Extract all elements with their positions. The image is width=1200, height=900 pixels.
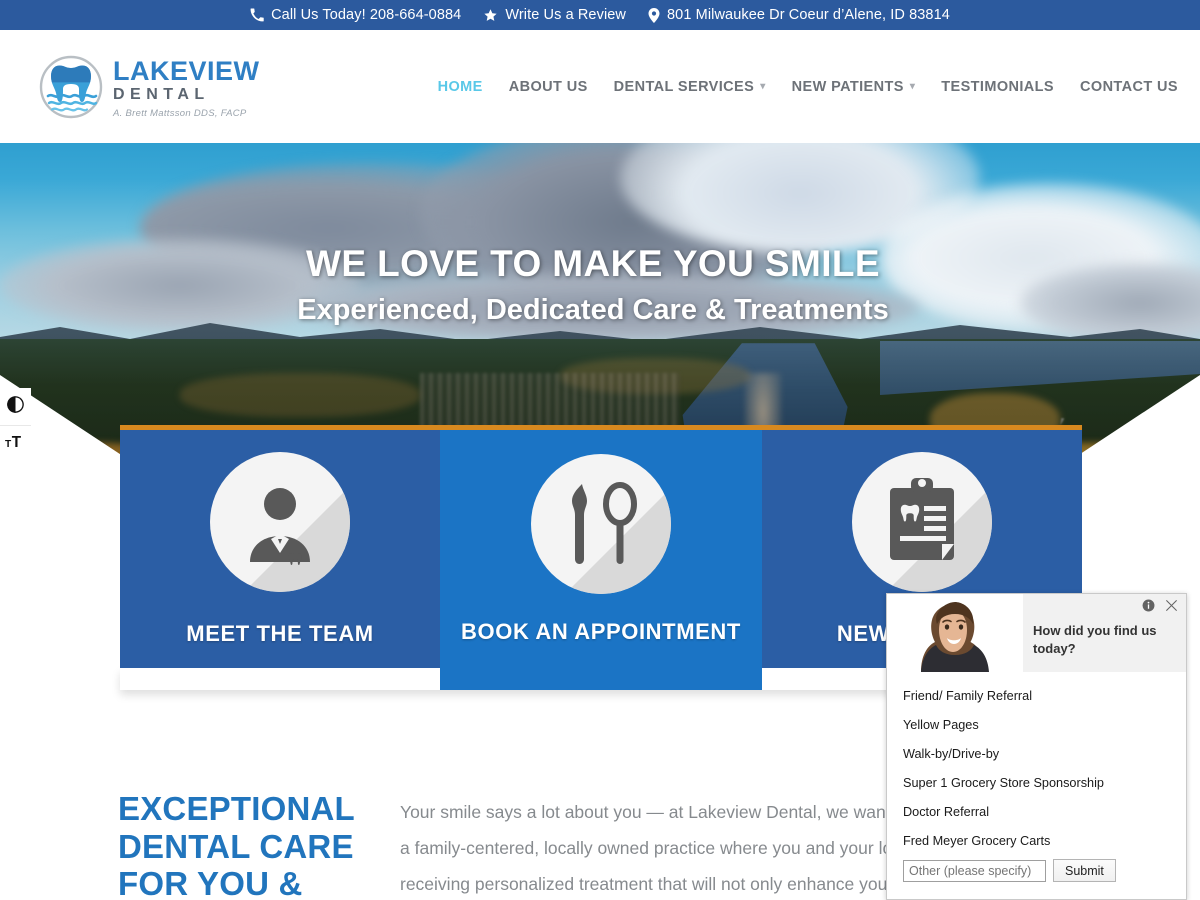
survey-option[interactable]: Walk-by/Drive-by xyxy=(903,739,1186,768)
nav-item-contact-us[interactable]: CONTACT US xyxy=(1080,79,1178,95)
page-title: EXCEPTIONAL DENTAL CARE FOR YOU & YOUR F… xyxy=(118,790,355,900)
nav-label: DENTAL SERVICES xyxy=(613,78,755,95)
survey-option[interactable]: Friend/ Family Referral xyxy=(903,681,1186,710)
svg-text:T: T xyxy=(11,434,21,451)
nav-item-home[interactable]: HOME xyxy=(438,79,483,95)
review-text: Write Us a Review xyxy=(505,7,627,23)
hero-subheadline: Experienced, Dedicated Care & Treatments xyxy=(297,294,889,326)
top-utility-bar: Call Us Today! 208-664-0884 Write Us a R… xyxy=(0,0,1200,30)
nav-item-dental-services[interactable]: DENTAL SERVICES ▾ xyxy=(614,79,766,95)
phone-text: Call Us Today! 208-664-0884 xyxy=(271,7,462,23)
survey-option[interactable]: Yellow Pages xyxy=(903,710,1186,739)
nav-item-testimonials[interactable]: TESTIMONIALS xyxy=(941,79,1054,95)
logo-subname: DENTAL xyxy=(113,85,210,103)
survey-option[interactable]: Doctor Referral xyxy=(903,797,1186,826)
address-text: 801 Milwaukee Dr Coeur d’Alene, ID 83814 xyxy=(667,7,950,23)
hero-copy: WE LOVE TO MAKE YOU SMILE Experienced, D… xyxy=(0,243,1200,327)
card-accent-rule xyxy=(120,425,440,430)
dental-tools-icon xyxy=(531,454,671,594)
site-header: LAKEVIEW DENTAL A. Brett Mattsson DDS, F… xyxy=(0,30,1200,143)
phone-link[interactable]: Call Us Today! 208-664-0884 xyxy=(250,7,461,23)
text-size-toggle-button[interactable]: T T xyxy=(0,425,31,462)
nav-item-new-patients[interactable]: NEW PATIENTS ▾ xyxy=(792,79,916,95)
survey-header: How did you find us today? xyxy=(887,594,1186,672)
logo-tagline: A. Brett Mattsson DDS, FACP xyxy=(113,107,247,119)
survey-footer: Submit xyxy=(887,855,1186,882)
card-meet-the-team[interactable]: MEET THE TEAM xyxy=(120,425,440,668)
card-label: MEET THE TEAM xyxy=(186,621,374,646)
nav-item-about-us[interactable]: ABOUT US xyxy=(509,79,588,95)
hero-headline: WE LOVE TO MAKE YOU SMILE xyxy=(306,243,880,284)
contrast-toggle-button[interactable] xyxy=(0,388,31,425)
logo-name: LAKEVIEW xyxy=(113,55,260,86)
survey-header-tools xyxy=(1142,599,1178,617)
chevron-down-icon: ▾ xyxy=(909,81,916,92)
nav-label: ABOUT US xyxy=(508,78,588,95)
logo[interactable]: LAKEVIEW DENTAL A. Brett Mattsson DDS, F… xyxy=(38,54,260,120)
survey-submit-button[interactable]: Submit xyxy=(1053,859,1116,882)
nav-label: HOME xyxy=(437,78,483,95)
address-link[interactable]: 801 Milwaukee Dr Coeur d’Alene, ID 83814 xyxy=(648,7,950,23)
chevron-down-icon: ▾ xyxy=(760,81,766,92)
text-size-icon: T T xyxy=(5,433,27,456)
intro-title-column: EXCEPTIONAL DENTAL CARE FOR YOU & YOUR F… xyxy=(0,760,400,900)
survey-avatar xyxy=(887,594,1023,672)
review-link[interactable]: Write Us a Review xyxy=(483,7,626,23)
survey-options: Friend/ Family Referral Yellow Pages Wal… xyxy=(887,672,1186,855)
nav-label: NEW PATIENTS xyxy=(791,78,904,95)
survey-popup: How did you find us today? Friend/ Famil… xyxy=(886,593,1187,900)
info-icon[interactable] xyxy=(1142,599,1155,617)
card-book-an-appointment[interactable]: BOOK AN APPOINTMENT xyxy=(440,425,762,690)
accessibility-toolbar: T T xyxy=(0,388,31,462)
close-icon[interactable] xyxy=(1165,599,1178,617)
card-accent-rule xyxy=(762,425,1082,430)
person-tooth-icon xyxy=(210,452,350,592)
map-pin-icon xyxy=(648,7,660,23)
nav-label: TESTIMONIALS xyxy=(941,78,1055,95)
main-navigation: HOME ABOUT US DENTAL SERVICES ▾ NEW PATI… xyxy=(438,79,1178,95)
clipboard-tooth-icon xyxy=(852,452,992,592)
star-icon xyxy=(483,8,498,23)
survey-option[interactable]: Fred Meyer Grocery Carts xyxy=(903,826,1186,855)
survey-option[interactable]: Super 1 Grocery Store Sponsorship xyxy=(903,768,1186,797)
logo-tooth-wave-icon xyxy=(38,54,104,120)
survey-other-input[interactable] xyxy=(903,859,1046,882)
contrast-icon xyxy=(6,395,25,419)
card-accent-rule xyxy=(440,425,762,430)
card-label: BOOK AN APPOINTMENT xyxy=(461,619,741,644)
nav-label: CONTACT US xyxy=(1080,78,1178,95)
phone-icon xyxy=(250,8,264,22)
